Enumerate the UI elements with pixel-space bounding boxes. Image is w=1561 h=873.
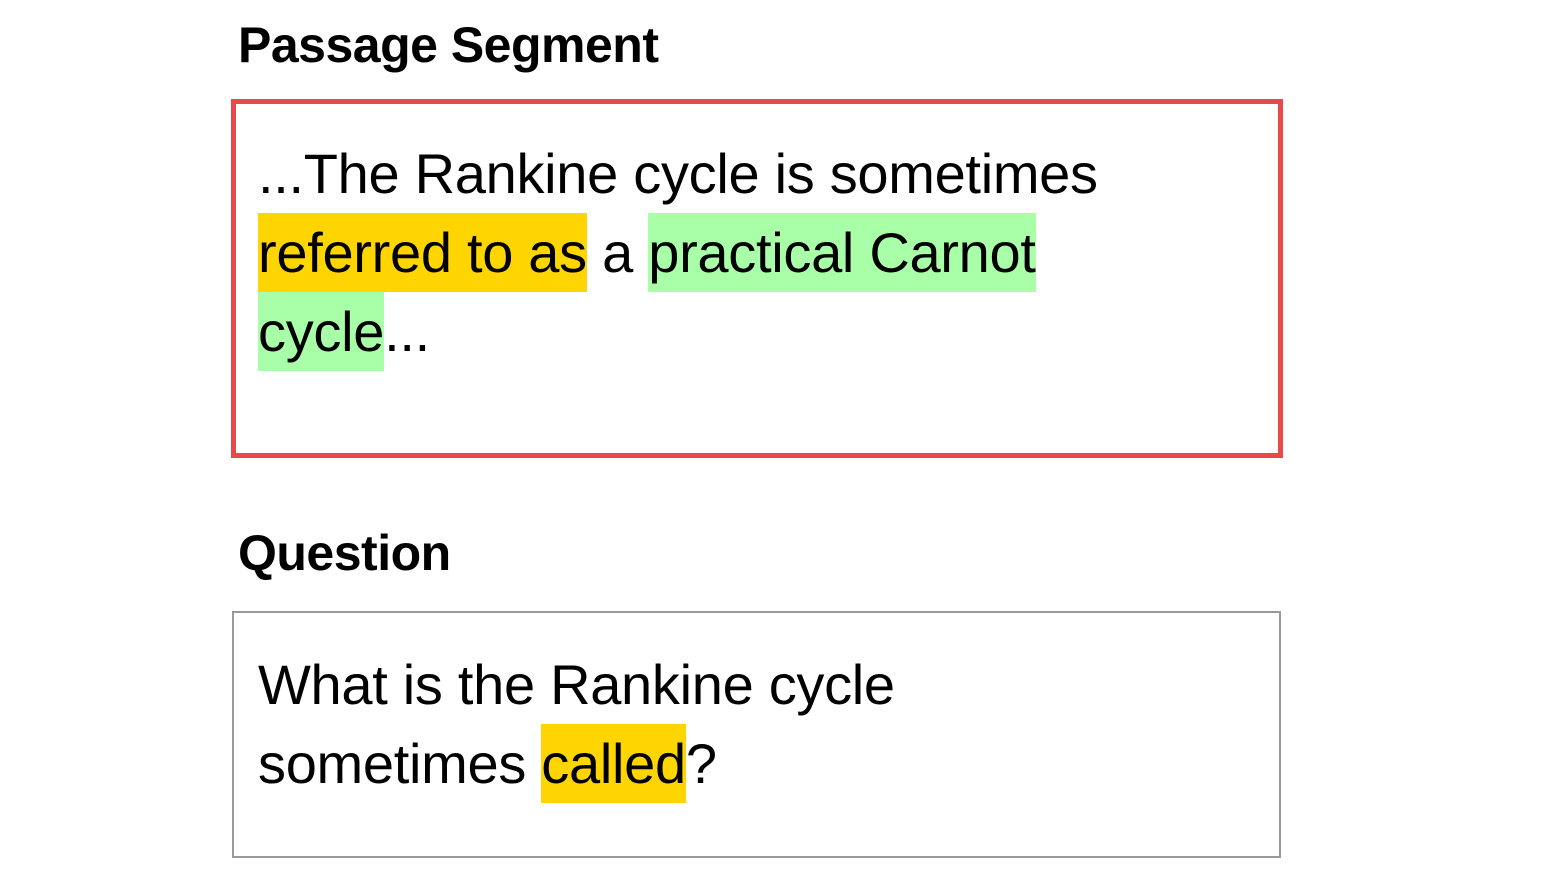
passage-text-span: ...The Rankine cycle is sometimes <box>258 142 1098 205</box>
green-highlight: practical Carnot <box>648 213 1036 292</box>
passage-segment-box: ...The Rankine cycle is sometimes referr… <box>231 99 1283 458</box>
yellow-highlight: called <box>541 724 686 803</box>
passage-line: ...The Rankine cycle is sometimes <box>258 134 1278 213</box>
question-line: sometimes called? <box>258 724 1279 803</box>
passage-text: ...The Rankine cycle is sometimes referr… <box>258 134 1278 371</box>
question-text: What is the Rankine cycle sometimes call… <box>258 645 1279 803</box>
question-text-span: ? <box>685 732 717 795</box>
passage-text-span: a <box>586 221 649 284</box>
passage-text-span: ... <box>384 300 430 363</box>
passage-segment-heading: Passage Segment <box>238 17 659 73</box>
question-box: What is the Rankine cycle sometimes call… <box>232 611 1281 858</box>
question-heading: Question <box>238 525 451 581</box>
question-text-span: sometimes <box>258 732 542 795</box>
passage-line: referred to as a practical Carnot <box>258 213 1278 292</box>
question-text-span: What is the Rankine cycle <box>258 653 895 716</box>
green-highlight: cycle <box>258 292 384 371</box>
yellow-highlight: referred to as <box>258 213 587 292</box>
passage-line: cycle... <box>258 292 1278 371</box>
question-line: What is the Rankine cycle <box>258 645 1279 724</box>
